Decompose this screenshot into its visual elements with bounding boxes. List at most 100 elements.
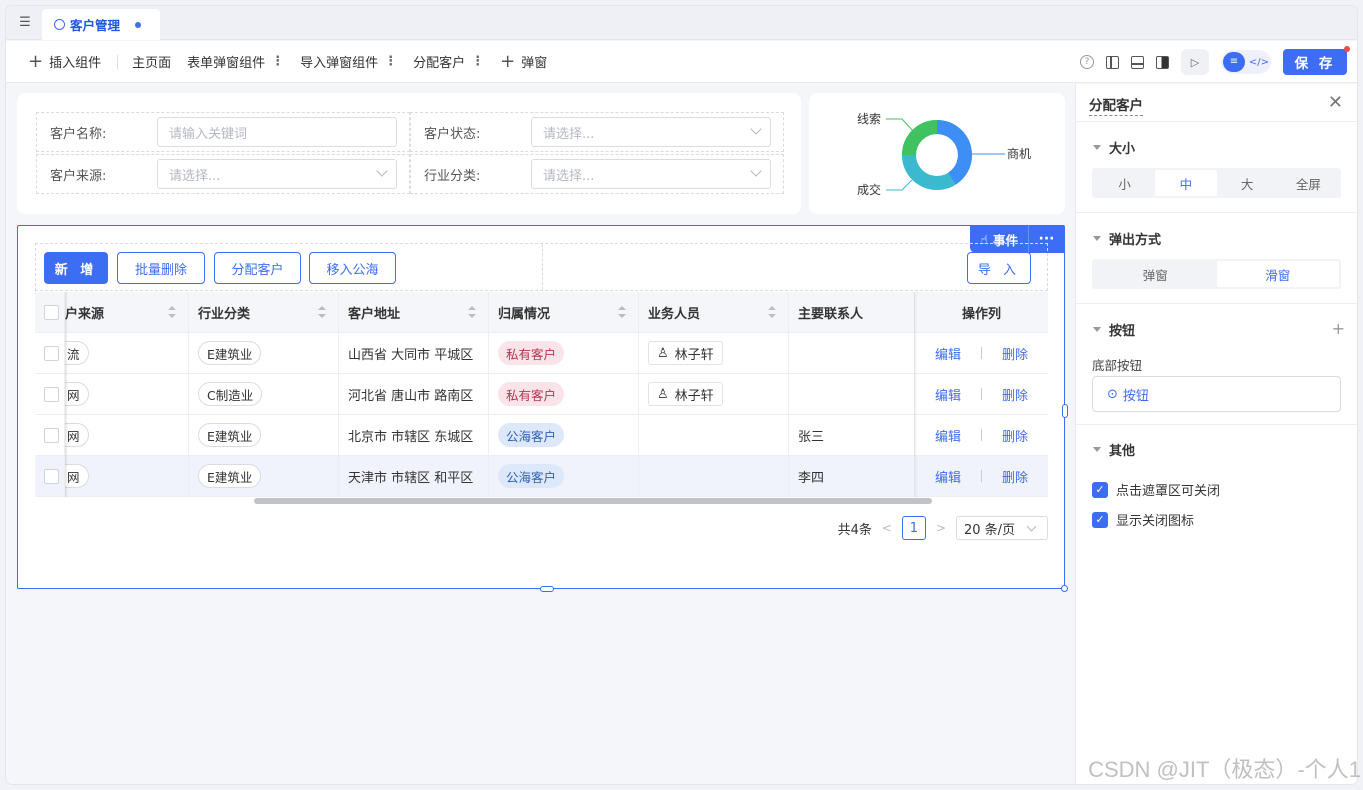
bottom-panel-icon[interactable]	[1131, 55, 1144, 69]
section-size[interactable]: 大小	[1093, 138, 1135, 157]
legend-opportunity: 商机	[1007, 146, 1031, 161]
sort-icon[interactable]	[468, 305, 476, 319]
close-icon[interactable]: ✕	[1328, 94, 1343, 112]
size-option-fullscreen[interactable]: 全屏	[1278, 170, 1339, 196]
section-popup-mode[interactable]: 弹出方式	[1093, 229, 1161, 248]
customer-source-select[interactable]: 请选择...	[157, 159, 397, 189]
sort-icon[interactable]	[318, 305, 326, 319]
header-source[interactable]: 户来源	[65, 292, 189, 332]
add-button-icon[interactable]: +	[1332, 319, 1345, 338]
delete-link[interactable]: 删除	[1002, 467, 1028, 486]
edit-link[interactable]: 编辑	[935, 467, 961, 486]
select-all-cell	[35, 292, 65, 332]
menu-toggle-icon[interactable]: ☰	[16, 14, 34, 32]
filter-card: 客户名称: 请输入关键词 客户状态: 请选择... 客户来源: 请选择... 行…	[17, 93, 801, 214]
mode-option-drawer[interactable]: 滑窗	[1216, 261, 1339, 287]
ownership-tag: 私有客户	[498, 382, 565, 406]
delete-link[interactable]: 删除	[1002, 426, 1028, 445]
code-mode-icon[interactable]: </>	[1249, 57, 1269, 68]
section-other[interactable]: 其他	[1093, 440, 1135, 459]
page-number-button[interactable]: 1	[901, 516, 926, 540]
source-pill: 网	[65, 423, 89, 447]
main-page-button[interactable]: 主页面	[132, 52, 171, 71]
preview-play-icon[interactable]: ▷	[1181, 49, 1209, 75]
edit-link[interactable]: 编辑	[935, 385, 961, 404]
save-button[interactable]: 保 存	[1283, 46, 1350, 75]
plus-icon: +	[500, 50, 516, 72]
row-checkbox[interactable]	[44, 427, 59, 443]
resize-handle-bottom[interactable]	[540, 586, 554, 592]
more-vertical-icon[interactable]: ⋮	[384, 54, 397, 69]
size-option-small[interactable]: 小	[1094, 170, 1155, 196]
funnel-donut-card[interactable]: 线索 商机 成交	[809, 93, 1065, 214]
right-panel-icon[interactable]	[1156, 55, 1169, 69]
more-vertical-icon[interactable]: ⋮	[271, 54, 284, 69]
move-to-public-button[interactable]: 移入公海	[309, 252, 396, 284]
row-select-cell	[35, 374, 65, 414]
toolbar-right: ? ▷ ≡ </> 保 存	[1080, 46, 1350, 76]
sort-icon[interactable]	[768, 305, 776, 319]
help-icon[interactable]: ?	[1080, 55, 1094, 69]
batch-delete-button[interactable]: 批量删除	[117, 252, 205, 284]
show-close-icon-option[interactable]: ✓ 显示关闭图标	[1092, 510, 1194, 529]
prev-page-icon[interactable]: <	[882, 521, 892, 535]
delete-link[interactable]: 删除	[1002, 344, 1028, 363]
mode-title: 弹出方式	[1109, 233, 1162, 248]
checkbox-checked-icon[interactable]: ✓	[1092, 481, 1108, 498]
section-buttons[interactable]: 按钮	[1093, 320, 1135, 339]
row-checkbox[interactable]	[44, 345, 59, 361]
row-select-cell	[35, 333, 65, 373]
page-size-select[interactable]: 20 条/页	[956, 516, 1048, 540]
table-row[interactable]: 网 E建筑业 北京市 市辖区 东城区 公海客户 张三 编辑 删除	[35, 415, 1048, 456]
import-button[interactable]: 导 入	[967, 252, 1031, 284]
customer-status-label: 客户状态:	[424, 126, 481, 142]
header-industry[interactable]: 行业分类	[189, 292, 339, 332]
import-dialog-button[interactable]: 导入弹窗组件 ⋮	[300, 52, 397, 71]
add-button[interactable]: 新 增	[44, 252, 108, 284]
table-row[interactable]: 网 E建筑业 天津市 市辖区 和平区 公海客户 李四 编辑 删除	[35, 456, 1048, 497]
table-row[interactable]: 流 E建筑业 山西省 大同市 平城区 私有客户 ♙ 林子轩 编辑 删除	[35, 333, 1048, 374]
table-row[interactable]: 网 C制造业 河北省 唐山市 路南区 私有客户 ♙ 林子轩 编辑 删除	[35, 374, 1048, 415]
assign-customer-tab-button[interactable]: 分配客户 ⋮	[413, 52, 484, 71]
form-dialog-button[interactable]: 表单弹窗组件 ⋮	[187, 52, 284, 71]
header-address[interactable]: 客户地址	[339, 292, 489, 332]
header-ownership[interactable]: 归属情况	[489, 292, 639, 332]
header-contact[interactable]: 主要联系人	[789, 292, 915, 332]
row-checkbox[interactable]	[44, 386, 59, 402]
add-popup-button[interactable]: + 弹窗	[500, 52, 547, 71]
panel-divider	[1076, 303, 1357, 304]
customer-status-select[interactable]: 请选择...	[531, 117, 771, 147]
customer-name-input[interactable]: 请输入关键词	[157, 117, 397, 147]
row-divider	[542, 244, 543, 290]
select-all-checkbox[interactable]	[44, 304, 59, 320]
cell-operations: 编辑 删除	[915, 415, 1048, 455]
sort-icon[interactable]	[168, 305, 176, 319]
ownership-tag: 私有客户	[498, 341, 565, 365]
bottom-button-item[interactable]: ⊙ 按钮	[1092, 376, 1341, 412]
industry-select[interactable]: 请选择...	[531, 159, 771, 189]
resize-handle-corner[interactable]	[1061, 585, 1068, 592]
mode-option-dialog[interactable]: 弹窗	[1094, 261, 1217, 287]
sort-icon[interactable]	[618, 305, 626, 319]
edit-link[interactable]: 编辑	[935, 344, 961, 363]
visual-mode-icon[interactable]: ≡	[1223, 52, 1245, 72]
horizontal-scrollbar[interactable]	[254, 498, 932, 504]
mask-close-option[interactable]: ✓ 点击遮罩区可关闭	[1092, 480, 1220, 499]
edit-link[interactable]: 编辑	[935, 426, 961, 445]
cell-operations: 编辑 删除	[915, 333, 1048, 373]
left-panel-icon[interactable]	[1106, 55, 1119, 69]
next-page-icon[interactable]: >	[936, 521, 946, 535]
insert-component-button[interactable]: + 插入组件	[28, 52, 101, 71]
resize-handle-right[interactable]	[1062, 404, 1068, 418]
more-vertical-icon[interactable]: ⋮	[471, 54, 484, 69]
table-card-selected[interactable]: ☝ 事件 ··· 新 增 批量删除 分配客户 移入公海 导 入 户来源 行业分类 …	[17, 225, 1068, 592]
checkbox-checked-icon[interactable]: ✓	[1092, 511, 1108, 528]
delete-link[interactable]: 删除	[1002, 385, 1028, 404]
view-mode-toggle[interactable]: ≡ </>	[1221, 50, 1271, 74]
tab-customer-management[interactable]: 客户管理	[42, 9, 160, 40]
size-option-medium[interactable]: 中	[1155, 170, 1217, 196]
size-option-large[interactable]: 大	[1217, 170, 1278, 196]
row-checkbox[interactable]	[44, 468, 59, 484]
header-salesperson[interactable]: 业务人员	[639, 292, 789, 332]
assign-customer-button[interactable]: 分配客户	[214, 252, 301, 284]
